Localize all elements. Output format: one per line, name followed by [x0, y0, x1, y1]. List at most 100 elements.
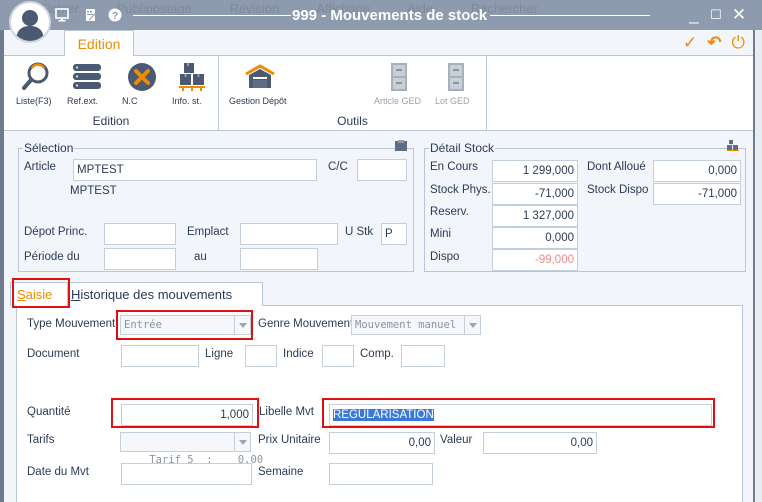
database-icon [71, 62, 103, 92]
periode-from-input[interactable] [104, 248, 176, 270]
title-rule [133, 15, 291, 16]
cc-input[interactable] [357, 159, 407, 181]
ribbon-group-title: Outils [337, 114, 368, 128]
tab-mnemonic: S [17, 287, 26, 302]
ribbon-tab-edition[interactable]: Edition [64, 30, 134, 57]
tab-mnemonic: H [71, 287, 81, 302]
article-description: MPTEST [70, 185, 117, 197]
quantite-input[interactable]: 1,000 [121, 404, 253, 426]
ligne-input[interactable] [245, 345, 277, 367]
type-mouvement-label: Type Mouvement [27, 318, 116, 330]
power-icon[interactable]: ⏻ [732, 34, 745, 52]
cabinet-icon [440, 62, 472, 92]
saisie-panel: Type Mouvement Entrée Genre Mouvement Mo… [16, 305, 743, 502]
close-button[interactable]: ✕ [729, 5, 749, 25]
validate-icon[interactable]: ✓ [683, 34, 697, 52]
liste-button[interactable]: Liste(F3) [16, 62, 56, 106]
emplact-input[interactable] [240, 223, 338, 245]
semaine-label: Semaine [258, 466, 304, 478]
window-title: 999 - Mouvements de stock [292, 7, 488, 24]
undo-icon[interactable]: ↶ [707, 34, 721, 52]
menu-ghost-item: Publipostage [116, 1, 192, 16]
date-mvt-input[interactable] [121, 463, 252, 485]
warehouse-icon [244, 62, 276, 92]
svg-text:?: ? [112, 11, 118, 22]
search-icon [20, 62, 52, 92]
ligne-label: Ligne [205, 348, 234, 360]
selection-legend: Sélection [23, 141, 75, 155]
nc-button[interactable]: N.C [122, 62, 162, 106]
ribbon: Liste(F3) Ref.ext. N.C Info. st. Edition [4, 56, 753, 131]
mini-label: Mini [430, 228, 452, 240]
article-ged-label: Article GED [374, 96, 422, 106]
background-window-strip [755, 30, 762, 502]
boxes-icon[interactable] [727, 140, 739, 151]
genre-mouvement-label: Genre Mouvement [258, 318, 354, 330]
type-mouvement-select[interactable]: Entrée [120, 315, 251, 335]
indice-input[interactable] [322, 345, 354, 367]
minimize-button[interactable]: _ [684, 5, 704, 25]
tarifs-select[interactable]: Tarif 5 : 0,00 [120, 432, 263, 466]
detail-stock-legend: Détail Stock [429, 141, 496, 155]
emplact-label: Emplact [187, 226, 229, 238]
box-icon[interactable] [395, 140, 407, 151]
valeur-label: Valeur [440, 434, 473, 446]
monitor-icon[interactable] [55, 8, 69, 22]
menu-ghost-item: Révision [229, 1, 280, 16]
prix-unitaire-input[interactable]: 0,00 [329, 432, 435, 454]
chevron-down-icon[interactable] [234, 316, 250, 334]
date-mvt-label: Date du Mvt [27, 466, 89, 478]
stock-dispo-value: -71,000 [653, 183, 741, 205]
periode-to-input[interactable] [240, 248, 318, 270]
user-avatar[interactable] [9, 1, 51, 43]
dont-alloue-label: Dont Alloué [587, 161, 646, 173]
nc-label: N.C [122, 96, 138, 106]
article-input[interactable]: MPTEST [73, 159, 317, 181]
au-label: au [194, 251, 207, 263]
genre-mouvement-value: Mouvement manuel [355, 319, 457, 331]
ribbon-group-title: Edition [92, 114, 130, 128]
libelle-mvt-input[interactable]: REGULARISATION [329, 404, 712, 426]
ribbon-actions: ✓ ↶ ⏻ [683, 34, 745, 52]
comp-input[interactable] [401, 345, 445, 367]
tab-historique[interactable]: Historique des mouvements [68, 282, 263, 306]
ustk-input[interactable]: P [381, 223, 407, 245]
type-mouvement-value: Entrée [124, 319, 162, 331]
gestion-depot-button[interactable]: Gestion Dépôt [229, 62, 291, 106]
detail-stock-group: Détail Stock En Cours 1 299,000 Stock Ph… [424, 140, 746, 272]
ribbon-group-edition: Liste(F3) Ref.ext. N.C Info. st. Edition [4, 56, 219, 131]
document-input[interactable] [121, 345, 199, 367]
genre-mouvement-select[interactable]: Mouvement manuel [351, 315, 481, 335]
notepad-icon[interactable] [84, 8, 98, 22]
ref-ext-button[interactable]: Ref.ext. [67, 62, 107, 106]
depot-input[interactable] [104, 223, 176, 245]
valeur-input[interactable]: 0,00 [483, 432, 597, 454]
dispo-label: Dispo [430, 251, 460, 263]
document-label: Document [27, 348, 80, 360]
panel-margin [4, 305, 16, 502]
comp-label: Comp. [360, 348, 394, 360]
maximize-button[interactable]: ☐ [706, 5, 726, 25]
gestion-depot-label: Gestion Dépôt [229, 96, 287, 106]
article-ged-button[interactable]: Article GED [374, 62, 424, 106]
chevron-down-icon[interactable] [234, 433, 250, 451]
ribbon-group-outils: Gestion Dépôt Article GED Lot GED Outils [219, 56, 487, 131]
ribbon-tab-bar: Edition ✓ ↶ ⏻ [4, 30, 753, 57]
semaine-input[interactable] [329, 463, 433, 485]
tarifs-label: Tarifs [27, 434, 55, 446]
help-icon[interactable]: ? [108, 8, 122, 22]
article-label: Article [24, 161, 56, 173]
depot-label: Dépot Princ. [24, 226, 88, 238]
lot-ged-button[interactable]: Lot GED [435, 62, 477, 106]
stock-phys-label: Stock Phys. [430, 184, 491, 196]
indice-label: Indice [283, 348, 314, 360]
en-cours-value: 1 299,000 [492, 160, 578, 182]
liste-label: Liste(F3) [16, 96, 52, 106]
libelle-mvt-label: Libelle Mvt [259, 406, 314, 418]
dispo-value: -99,000 [492, 249, 578, 271]
mini-value: 0,000 [492, 227, 578, 249]
chevron-down-icon[interactable] [464, 316, 480, 334]
en-cours-label: En Cours [430, 161, 478, 173]
info-st-button[interactable]: Info. st. [172, 62, 212, 106]
tab-saisie[interactable]: Saisie [10, 282, 68, 306]
